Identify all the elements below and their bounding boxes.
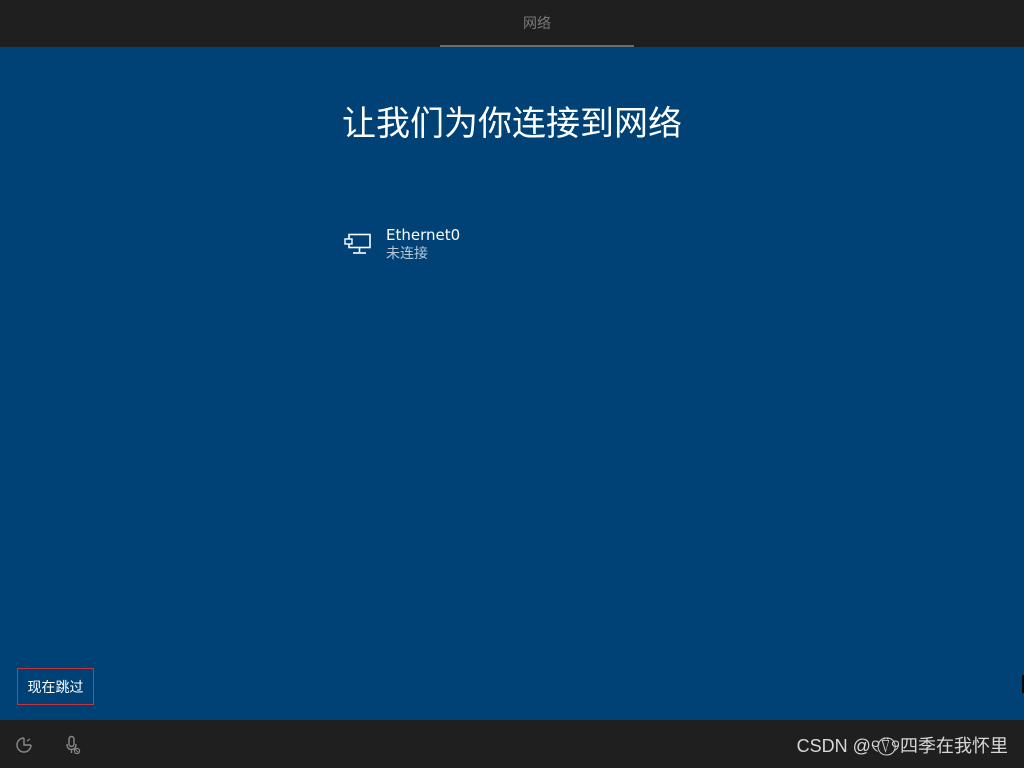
- skip-now-button[interactable]: 现在跳过: [17, 668, 94, 705]
- top-bar: 网络: [0, 0, 1024, 47]
- page-title: 让我们为你连接到网络: [342, 104, 682, 144]
- network-item-text: Ethernet0 未连接: [386, 226, 460, 264]
- microphone-icon[interactable]: [62, 735, 82, 755]
- main-content: 让我们为你连接到网络 Ethernet0 未连接 现在跳过: [0, 47, 1024, 720]
- network-item-ethernet0[interactable]: Ethernet0 未连接: [340, 223, 580, 267]
- csdn-watermark: CSDN @୧⍢⃝୨四季在我怀里: [796, 736, 1008, 756]
- tab-network: 网络: [440, 0, 634, 47]
- network-name: Ethernet0: [386, 226, 461, 244]
- ethernet-network-icon: [344, 233, 374, 257]
- oobe-screen: 网络 让我们为你连接到网络 Ethernet0 未连接 现在跳过 CSDN @୧…: [0, 0, 1024, 768]
- network-status: 未连接: [386, 246, 428, 262]
- bottom-bar: CSDN @୧⍢⃝୨四季在我怀里: [0, 720, 1024, 768]
- tab-network-label: 网络: [523, 15, 551, 32]
- ease-of-access-icon[interactable]: [14, 735, 34, 755]
